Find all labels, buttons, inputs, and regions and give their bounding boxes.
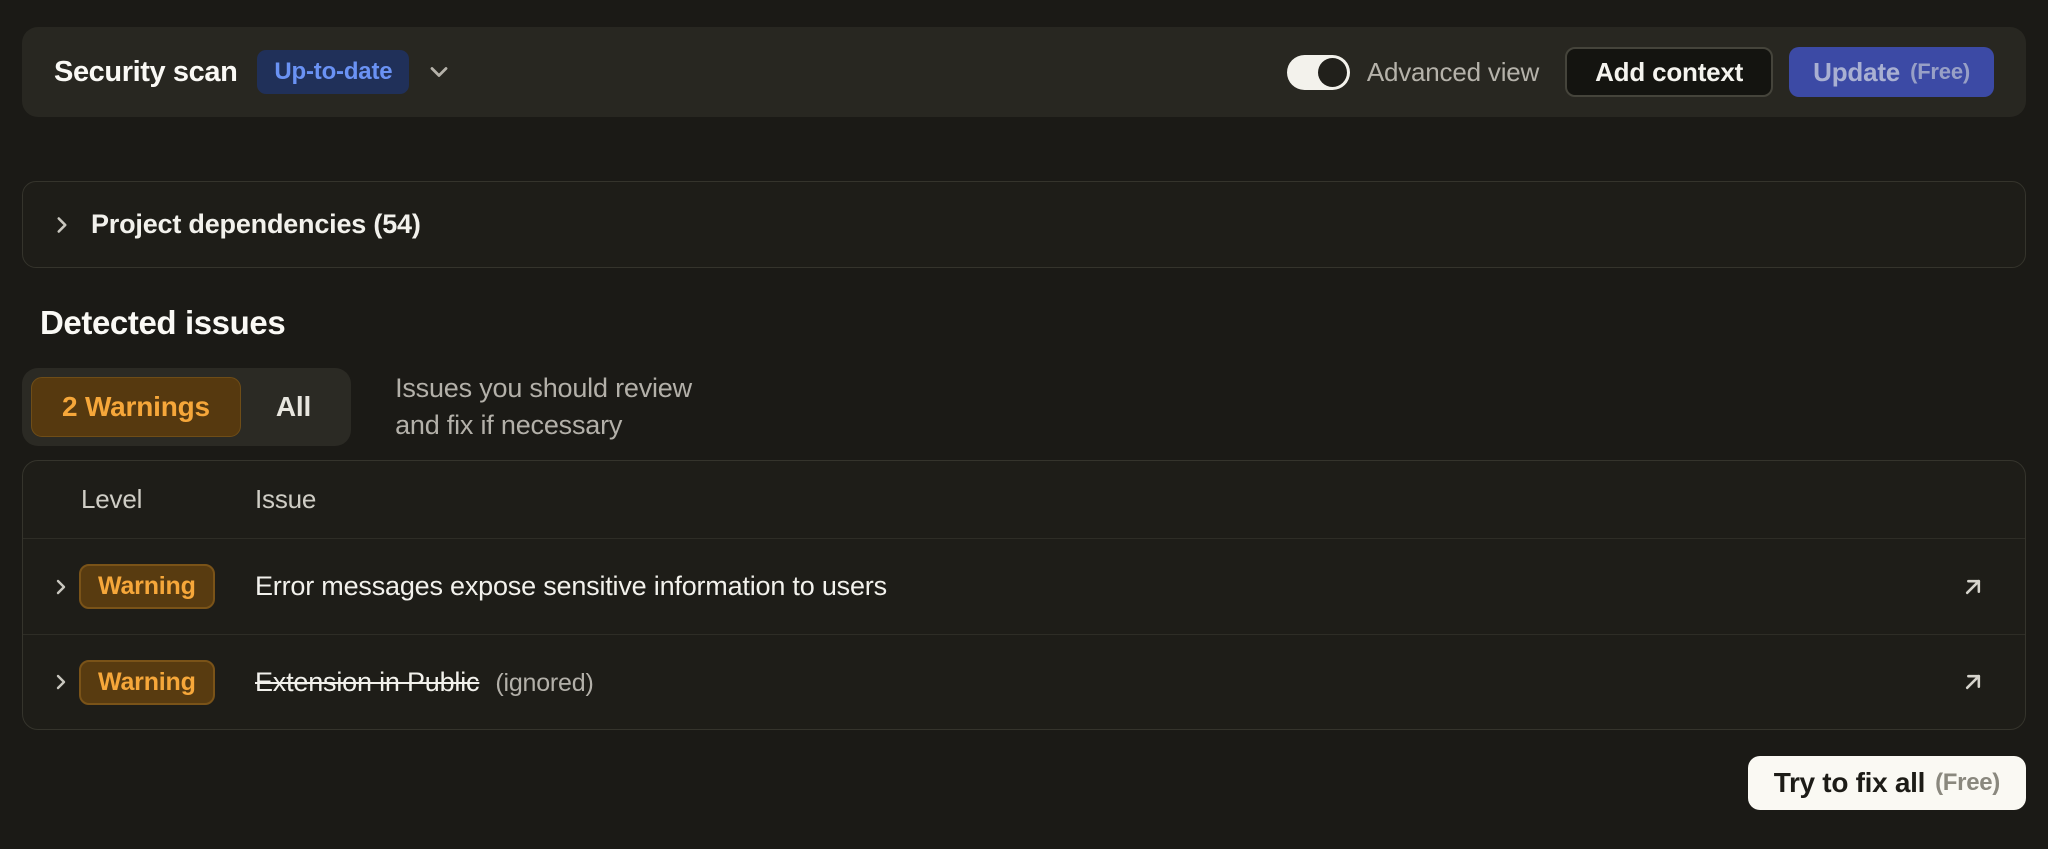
chevron-right-icon[interactable] (49, 212, 75, 238)
issues-filter-tabs: 2 Warnings All (22, 368, 351, 446)
issues-table: Level Issue Warning Error messages expos… (22, 460, 2026, 730)
add-context-button[interactable]: Add context (1565, 47, 1773, 97)
project-dependencies-section[interactable]: Project dependencies (54) (22, 181, 2026, 268)
chevron-right-icon[interactable] (23, 575, 79, 599)
tab-all[interactable]: All (245, 377, 342, 437)
try-to-fix-all-free-tag: (Free) (1935, 769, 2000, 797)
issues-table-header: Level Issue (23, 461, 2025, 539)
warning-level-badge: Warning (79, 564, 215, 609)
tab-warnings[interactable]: 2 Warnings (31, 377, 241, 437)
issues-filter-row: 2 Warnings All Issues you should review … (22, 368, 2026, 446)
page-title: Security scan (54, 56, 237, 89)
issue-title-ignored: Extension in Public (255, 667, 479, 698)
advanced-view-label: Advanced view (1367, 57, 1539, 88)
toggle-knob (1318, 58, 1347, 87)
table-row[interactable]: Warning Extension in Public (ignored) (23, 634, 2025, 729)
column-header-issue: Issue (255, 484, 316, 515)
chevron-down-icon[interactable] (425, 58, 453, 86)
chevron-right-icon[interactable] (23, 670, 79, 694)
open-issue-arrow-icon[interactable] (1921, 573, 2025, 601)
footer-actions: Try to fix all (Free) (22, 756, 2026, 810)
top-bar-left: Security scan Up-to-date (54, 50, 453, 94)
issues-description-line1: Issues you should review (395, 373, 692, 403)
detected-issues-heading: Detected issues (22, 304, 2026, 342)
advanced-view-toggle[interactable] (1287, 55, 1350, 90)
issues-description-line2: and fix if necessary (395, 410, 622, 440)
update-button-free-tag: (Free) (1910, 59, 1970, 85)
open-issue-arrow-icon[interactable] (1921, 668, 2025, 696)
try-to-fix-all-label: Try to fix all (1774, 767, 1925, 799)
update-button-label: Update (1813, 57, 1900, 88)
project-dependencies-label: Project dependencies (54) (91, 209, 421, 240)
security-scan-page: Security scan Up-to-date Advanced view A… (0, 27, 2048, 849)
update-button[interactable]: Update (Free) (1789, 47, 1994, 97)
ignored-note: (ignored) (495, 669, 593, 698)
status-badge: Up-to-date (257, 50, 409, 94)
issue-title: Error messages expose sensitive informat… (255, 571, 887, 602)
issues-description: Issues you should review and fix if nece… (395, 370, 692, 444)
try-to-fix-all-button[interactable]: Try to fix all (Free) (1748, 756, 2026, 810)
top-bar-right: Advanced view Add context Update (Free) (1287, 47, 1994, 97)
warning-level-badge: Warning (79, 660, 215, 705)
top-bar: Security scan Up-to-date Advanced view A… (22, 27, 2026, 117)
column-header-level: Level (81, 484, 142, 515)
table-row[interactable]: Warning Error messages expose sensitive … (23, 539, 2025, 634)
